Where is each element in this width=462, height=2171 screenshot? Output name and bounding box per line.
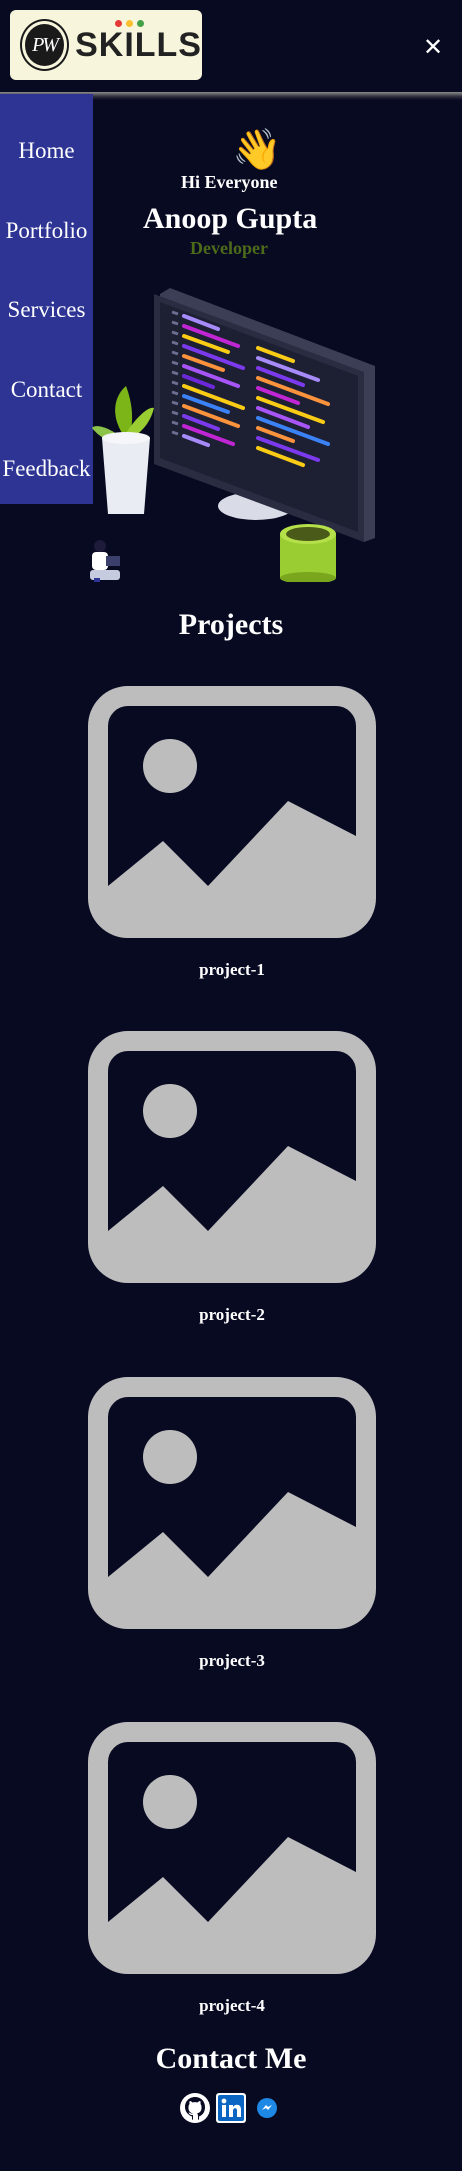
image-placeholder-icon[interactable] bbox=[88, 1722, 376, 1974]
project-card[interactable]: project-2 bbox=[88, 1031, 376, 1324]
logo[interactable]: PW SKILLS bbox=[10, 10, 202, 80]
messenger-icon[interactable] bbox=[251, 2092, 283, 2124]
sidebar-item-portfolio[interactable]: Portfolio bbox=[0, 218, 93, 244]
sidebar-item-services[interactable]: Services bbox=[0, 297, 93, 323]
greeting: Hi Everyone bbox=[181, 172, 278, 192]
project-card[interactable]: project-4 bbox=[88, 1722, 376, 2015]
sidebar-item-feedback[interactable]: Feedback bbox=[0, 456, 93, 482]
image-placeholder-icon[interactable] bbox=[88, 1377, 376, 1629]
github-icon[interactable] bbox=[179, 2092, 211, 2124]
sidebar-item-home[interactable]: Home bbox=[0, 138, 93, 164]
close-icon[interactable]: ✕ bbox=[420, 34, 446, 60]
projects-title: Projects bbox=[178, 608, 284, 641]
project-label[interactable]: project-2 bbox=[88, 1305, 376, 1325]
project-label[interactable]: project-4 bbox=[88, 1996, 376, 2016]
project-card[interactable]: project-1 bbox=[88, 686, 376, 979]
contact-title: Contact Me bbox=[155, 2042, 307, 2075]
social-links bbox=[0, 2090, 462, 2126]
project-label[interactable]: project-3 bbox=[88, 1651, 376, 1671]
sidebar-nav: Home Portfolio Services Contact Feedback bbox=[0, 94, 93, 504]
logo-text: SKILLS bbox=[75, 19, 202, 65]
image-placeholder-icon[interactable] bbox=[88, 686, 376, 938]
profile-role: Developer bbox=[190, 238, 268, 258]
logo-dots bbox=[115, 19, 145, 27]
developer-illustration bbox=[90, 288, 375, 582]
project-card[interactable]: project-3 bbox=[88, 1377, 376, 1670]
wave-emoji: 👋 bbox=[232, 127, 282, 173]
sidebar-item-contact[interactable]: Contact bbox=[0, 377, 93, 403]
header: PW SKILLS ✕ bbox=[0, 0, 462, 94]
image-placeholder-icon[interactable] bbox=[88, 1031, 376, 1283]
profile-name: Anoop Gupta bbox=[143, 202, 318, 235]
logo-monogram: PW bbox=[19, 19, 70, 71]
project-label[interactable]: project-1 bbox=[88, 960, 376, 980]
linkedin-icon[interactable] bbox=[215, 2092, 247, 2124]
